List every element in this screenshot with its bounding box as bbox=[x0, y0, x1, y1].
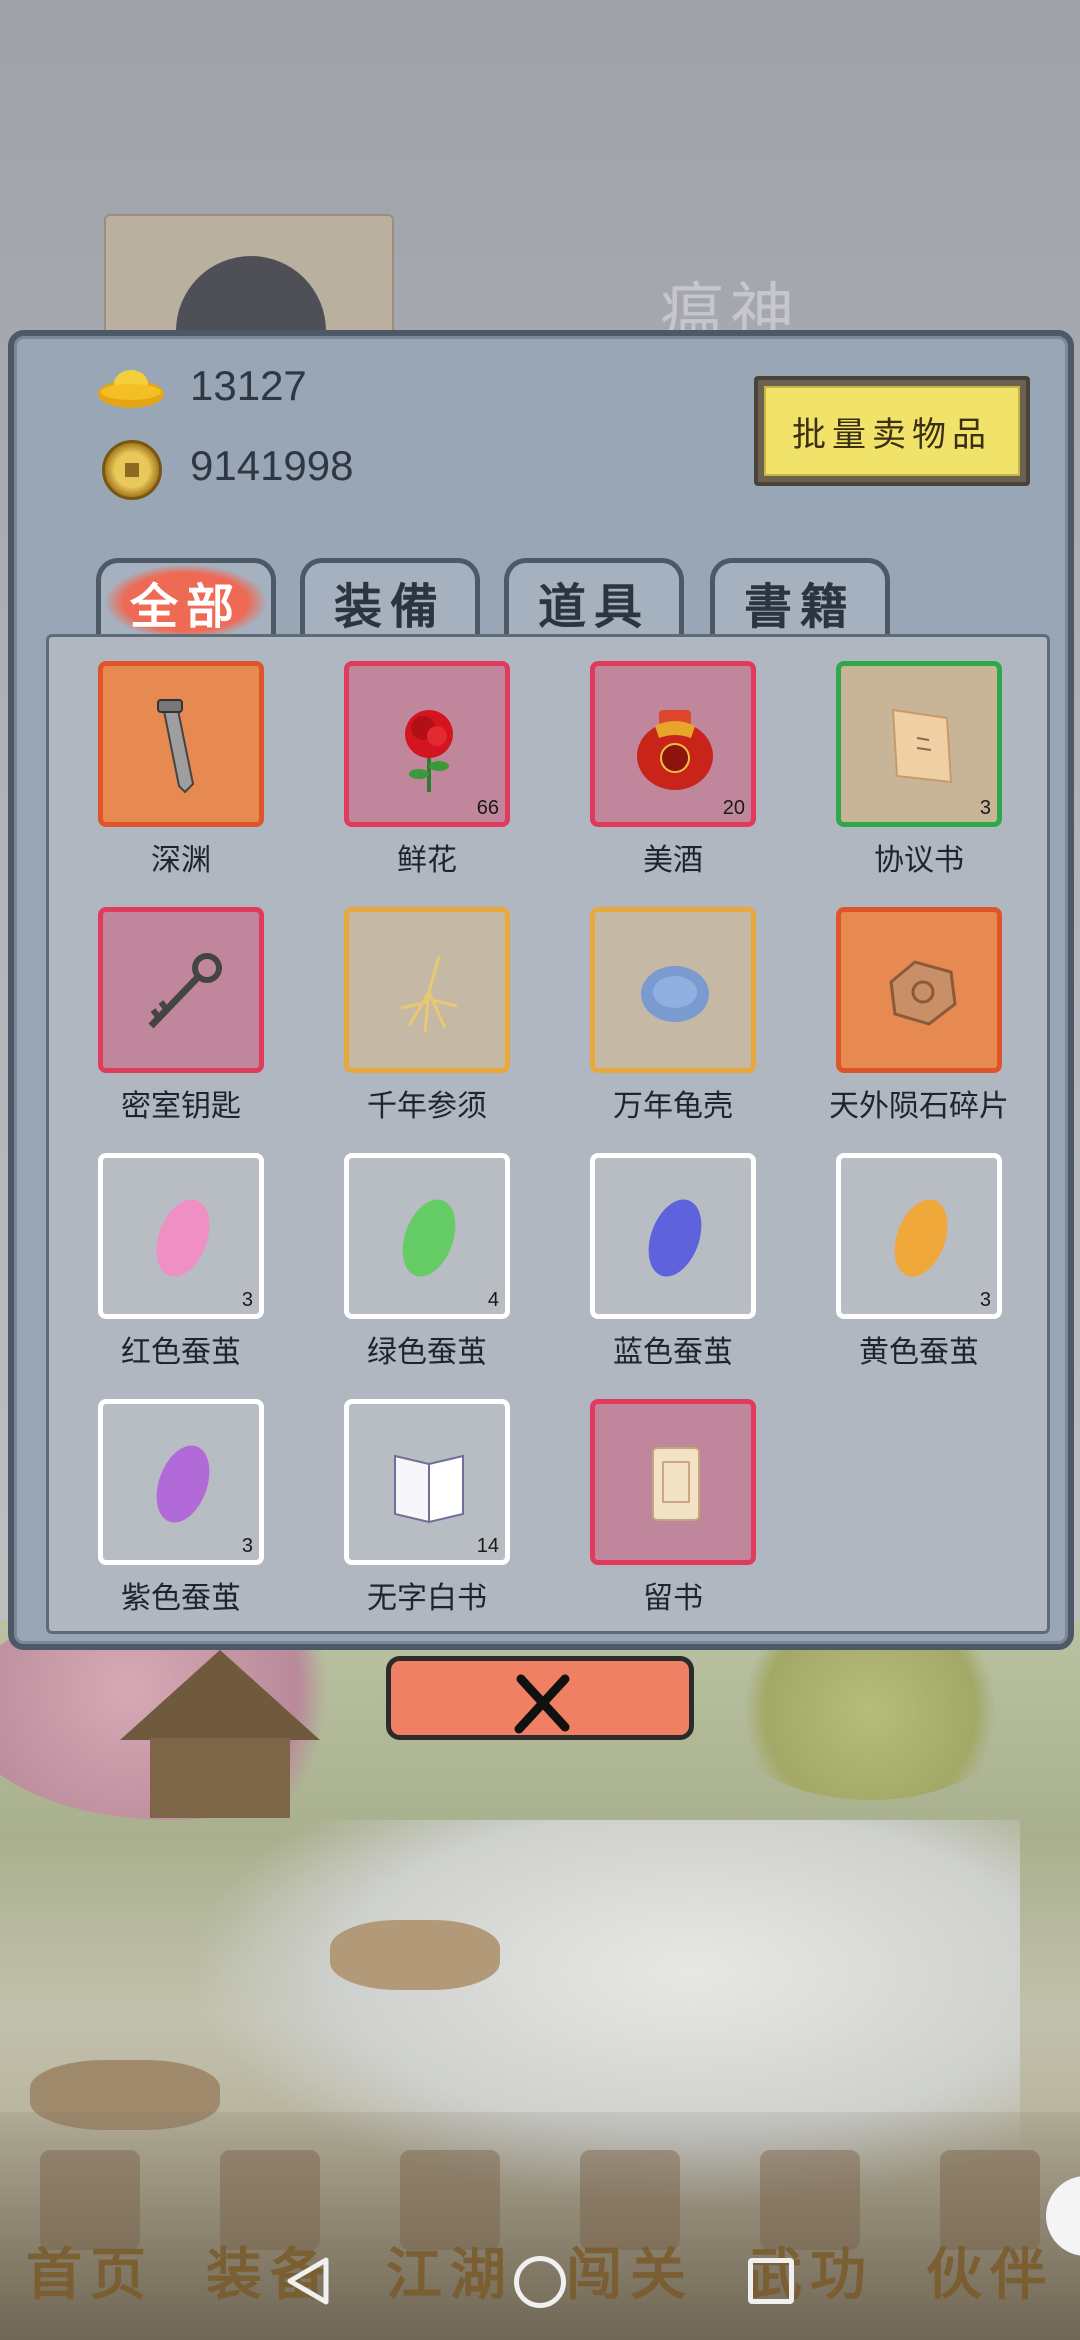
item-slot bbox=[98, 661, 264, 827]
item-name: 紫色蚕茧 bbox=[121, 1581, 241, 1616]
item-count: 66 bbox=[476, 797, 499, 819]
item-slot: 14 bbox=[344, 1399, 510, 1565]
gold-ingot-icon bbox=[98, 370, 164, 408]
item-name: 深渊 bbox=[151, 843, 211, 878]
wine-jar-icon bbox=[637, 710, 713, 790]
item-slot bbox=[590, 1153, 756, 1319]
inventory-item[interactable]: 天外陨石碎片 bbox=[821, 895, 1009, 1131]
rock-image bbox=[330, 1920, 500, 1990]
inventory-item[interactable]: 密室钥匙 bbox=[83, 895, 264, 1131]
item-grid: 深渊 66 鲜花 20 美酒 3 协议书 密室钥匙 千年参须 万年龟壳 天外陨石… bbox=[46, 634, 1050, 1634]
copper-coin-icon bbox=[102, 440, 162, 500]
item-slot: 3 bbox=[836, 1153, 1002, 1319]
inventory-item[interactable]: 万年龟壳 bbox=[575, 895, 756, 1131]
system-nav-bar bbox=[0, 2226, 1080, 2340]
letter-icon bbox=[652, 1447, 700, 1521]
tab-label: 装備 bbox=[333, 578, 446, 635]
item-count: 20 bbox=[722, 797, 745, 819]
hut-image bbox=[120, 1650, 320, 1820]
sword-icon bbox=[157, 699, 195, 794]
inventory-item[interactable]: 蓝色蚕茧 bbox=[575, 1141, 756, 1377]
tab-equipment[interactable]: 装備 bbox=[300, 558, 480, 640]
item-name: 红色蚕茧 bbox=[121, 1335, 241, 1370]
close-icon bbox=[514, 1674, 570, 1734]
tab-label: 全部 bbox=[105, 564, 266, 639]
coin-amount: 9141998 bbox=[190, 442, 354, 489]
item-slot: 4 bbox=[344, 1153, 510, 1319]
item-count: 3 bbox=[241, 1535, 253, 1557]
inventory-item[interactable]: 留书 bbox=[575, 1387, 756, 1623]
item-name: 密室钥匙 bbox=[121, 1089, 241, 1124]
inventory-item[interactable]: 14 无字白书 bbox=[329, 1387, 510, 1623]
book-icon bbox=[394, 1454, 464, 1524]
gold-amount: 13127 bbox=[190, 362, 307, 409]
cocoon-icon bbox=[894, 1199, 948, 1277]
item-slot bbox=[590, 907, 756, 1073]
cocoon-icon bbox=[648, 1199, 702, 1277]
inventory-item[interactable]: 深渊 bbox=[83, 649, 264, 885]
inventory-item[interactable]: 3 黄色蚕茧 bbox=[821, 1141, 1002, 1377]
inventory-item[interactable]: 20 美酒 bbox=[575, 649, 756, 885]
character-portrait bbox=[104, 214, 394, 344]
item-name: 千年参须 bbox=[367, 1089, 487, 1124]
cocoon-icon bbox=[156, 1445, 210, 1523]
inventory-item[interactable]: 4 绿色蚕茧 bbox=[329, 1141, 510, 1377]
item-slot bbox=[344, 907, 510, 1073]
item-count: 14 bbox=[476, 1535, 499, 1557]
item-count: 3 bbox=[979, 797, 991, 819]
inventory-item[interactable]: 3 紫色蚕茧 bbox=[83, 1387, 264, 1623]
cocoon-icon bbox=[402, 1199, 456, 1277]
bulk-sell-label: 批量卖物品 bbox=[764, 386, 1020, 476]
item-count: 3 bbox=[241, 1289, 253, 1311]
inventory-item[interactable]: 3 红色蚕茧 bbox=[83, 1141, 264, 1377]
home-icon[interactable] bbox=[514, 2256, 566, 2308]
item-slot: 66 bbox=[344, 661, 510, 827]
item-name: 美酒 bbox=[643, 843, 703, 878]
document-icon bbox=[891, 708, 953, 784]
close-button[interactable] bbox=[386, 1656, 694, 1740]
meteorite-icon bbox=[889, 960, 957, 1026]
item-name: 蓝色蚕茧 bbox=[613, 1335, 733, 1370]
item-slot bbox=[590, 1399, 756, 1565]
ginseng-icon bbox=[400, 955, 458, 1033]
item-name: 留书 bbox=[643, 1581, 703, 1616]
inventory-item[interactable]: 3 协议书 bbox=[821, 649, 1002, 885]
item-slot: 3 bbox=[98, 1399, 264, 1565]
item-slot: 20 bbox=[590, 661, 756, 827]
recent-apps-icon[interactable] bbox=[748, 2258, 794, 2304]
inventory-dialog: 13127 9141998 批量卖物品 全部 装備 道具 書籍 深渊 66 鲜花… bbox=[8, 330, 1074, 1650]
item-name: 无字白书 bbox=[367, 1581, 487, 1616]
item-slot: 3 bbox=[836, 661, 1002, 827]
rose-icon bbox=[405, 710, 453, 792]
bulk-sell-button[interactable]: 批量卖物品 bbox=[754, 376, 1030, 486]
inventory-item[interactable]: 66 鲜花 bbox=[329, 649, 510, 885]
item-slot bbox=[836, 907, 1002, 1073]
item-name: 绿色蚕茧 bbox=[367, 1335, 487, 1370]
tab-label: 道具 bbox=[537, 578, 650, 635]
back-icon[interactable] bbox=[282, 2254, 336, 2308]
inventory-item[interactable]: 千年参须 bbox=[329, 895, 510, 1131]
tab-books[interactable]: 書籍 bbox=[710, 558, 890, 640]
item-slot bbox=[98, 907, 264, 1073]
cocoon-icon bbox=[156, 1199, 210, 1277]
item-slot: 3 bbox=[98, 1153, 264, 1319]
item-name: 万年龟壳 bbox=[613, 1089, 733, 1124]
tab-label: 書籍 bbox=[743, 578, 856, 635]
item-count: 3 bbox=[979, 1289, 991, 1311]
item-name: 黄色蚕茧 bbox=[859, 1335, 979, 1370]
tortoise-shell-icon bbox=[641, 966, 709, 1022]
tab-items[interactable]: 道具 bbox=[504, 558, 684, 640]
tab-all[interactable]: 全部 bbox=[96, 558, 276, 640]
item-count: 4 bbox=[487, 1289, 499, 1311]
item-name: 天外陨石碎片 bbox=[829, 1089, 1009, 1124]
item-name: 协议书 bbox=[874, 843, 964, 878]
key-icon bbox=[148, 953, 222, 1029]
item-name: 鲜花 bbox=[397, 843, 457, 878]
